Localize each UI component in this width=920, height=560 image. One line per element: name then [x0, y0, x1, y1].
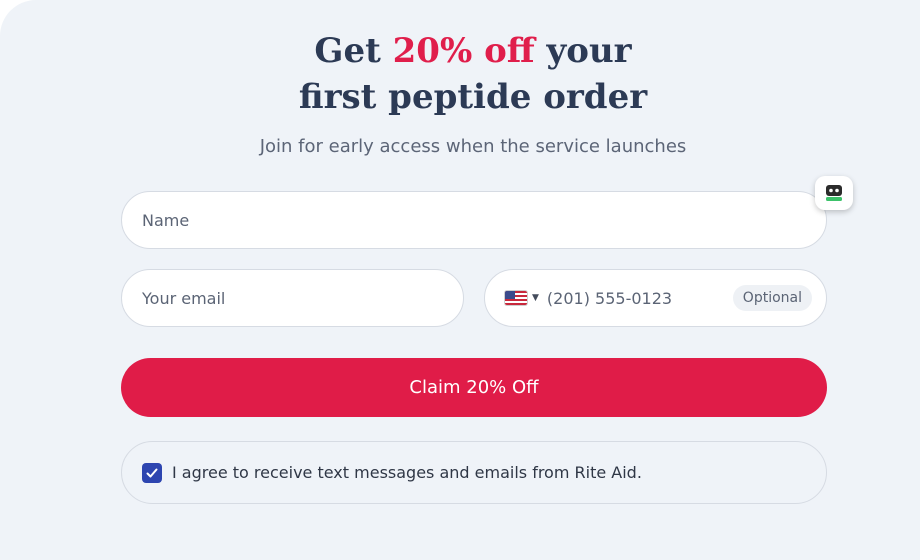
us-flag-icon[interactable]	[505, 291, 527, 305]
headline-suffix: your	[534, 31, 632, 71]
checkmark-icon	[146, 468, 158, 477]
password-manager-icon[interactable]	[815, 176, 853, 210]
claim-offer-button[interactable]: Claim 20% Off	[121, 358, 827, 417]
email-field[interactable]: Your email	[121, 269, 464, 327]
email-placeholder: Your email	[142, 288, 226, 308]
consent-box: I agree to receive text messages and ema…	[121, 441, 827, 504]
consent-text: I agree to receive text messages and ema…	[172, 463, 642, 482]
headline-line-1: Get 20% off your	[0, 28, 920, 74]
headline-prefix: Get	[314, 31, 393, 71]
optional-badge: Optional	[732, 285, 812, 311]
phone-placeholder: (201) 555-0123	[546, 288, 673, 308]
headline-discount: 20% off	[392, 31, 535, 71]
headline-line-2: first peptide order	[298, 77, 648, 117]
caret-down-icon[interactable]: ▼	[532, 293, 539, 303]
subtitle: Join for early access when the service l…	[259, 136, 687, 157]
name-field[interactable]: Name	[121, 191, 827, 249]
consent-checkbox[interactable]	[142, 462, 162, 483]
phone-field[interactable]: ▼ (201) 555-0123 Optional	[484, 269, 827, 327]
name-placeholder: Name	[142, 210, 190, 230]
